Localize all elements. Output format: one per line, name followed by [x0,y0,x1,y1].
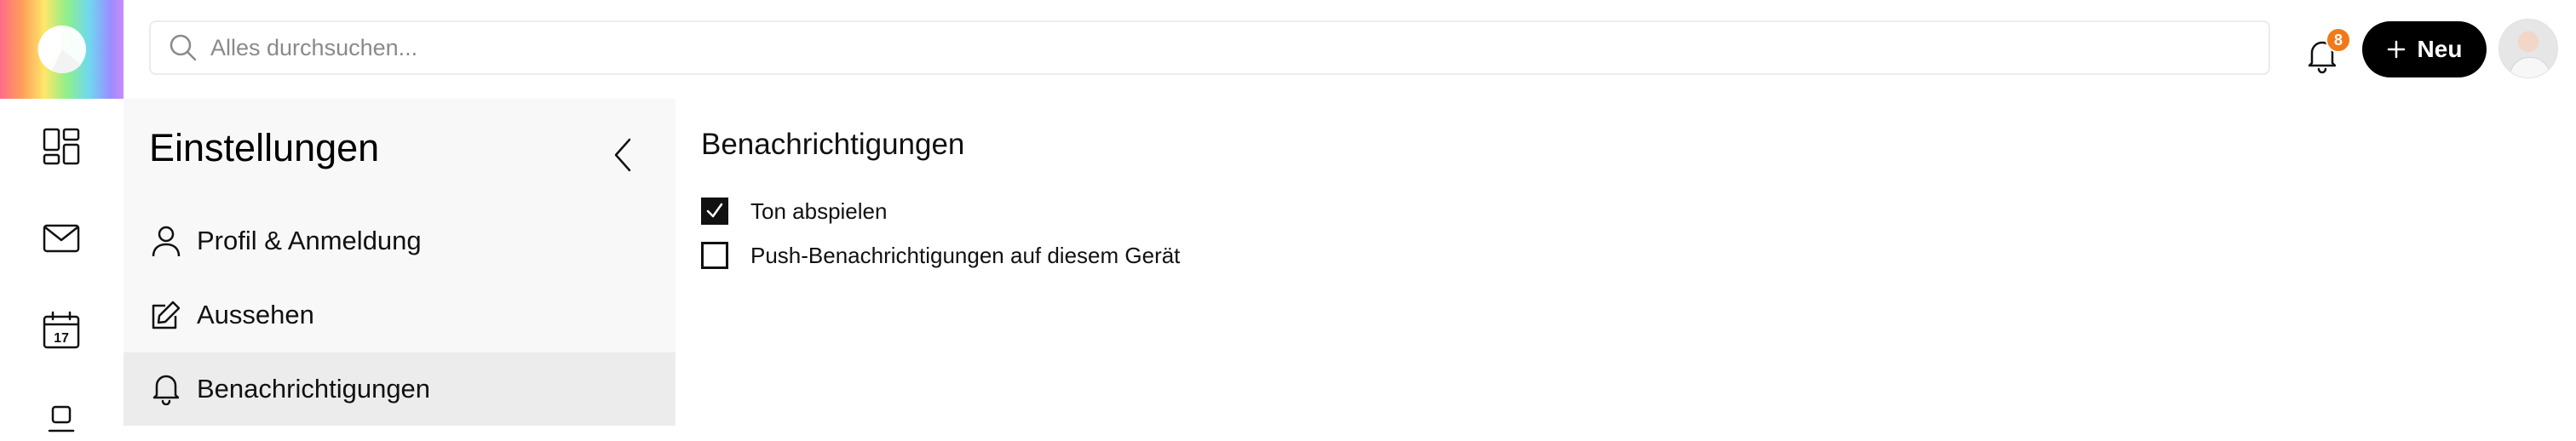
avatar-figure [2510,57,2550,77]
search-icon [166,31,200,65]
bell-icon [149,372,183,406]
new-button-label: Neu [2417,36,2463,62]
collapse-panel-button[interactable] [601,133,645,177]
new-button[interactable]: Neu [2362,21,2487,77]
logo-icon [37,25,86,73]
rail-calendar[interactable]: 17 [39,308,83,352]
settings-item-notifications[interactable]: Benachrichtigungen [124,352,676,426]
chevron-left-icon [614,138,631,172]
top-bar: 8 Neu [124,0,2576,100]
settings-item-label: Benachrichtigungen [197,374,431,404]
check-icon [706,203,723,218]
device-icon [48,405,75,432]
app-rail: 17 [0,99,124,432]
plus-icon [2387,40,2405,59]
rail-dashboard[interactable] [39,124,83,169]
calendar-day: 17 [54,331,69,346]
search-bar[interactable] [149,20,2270,75]
settings-panel: Einstellungen Profil & Anmeldung Aussehe… [124,99,676,426]
play-sound-label: Ton abspielen [750,198,888,224]
settings-item-profile[interactable]: Profil & Anmeldung [124,204,676,278]
app-logo[interactable] [0,0,124,99]
user-icon [149,224,183,258]
mail-icon [43,224,80,253]
edit-icon [149,298,183,332]
rail-mail[interactable] [39,216,83,261]
notification-badge: 8 [2326,27,2351,53]
settings-item-appearance[interactable]: Aussehen [124,278,676,352]
dashboard-icon [43,128,80,165]
settings-item-label: Profil & Anmeldung [197,226,422,255]
push-notifications-checkbox[interactable] [701,242,728,269]
settings-title: Einstellungen [149,126,380,169]
push-notifications-label: Push-Benachrichtigungen auf diesem Gerät [750,242,1181,268]
notifications-content: Benachrichtigungen Ton abspielen Push-Be… [676,99,2576,426]
user-avatar[interactable] [2498,19,2558,78]
settings-item-label: Aussehen [197,300,314,329]
play-sound-option[interactable]: Ton abspielen [701,198,887,225]
search-input[interactable] [209,33,2171,62]
page-title: Benachrichtigungen [701,128,965,161]
play-sound-checkbox[interactable] [701,198,728,225]
push-notifications-option[interactable]: Push-Benachrichtigungen auf diesem Gerät [701,242,1180,269]
calendar-icon: 17 [43,311,80,349]
notifications-button[interactable]: 8 [2300,26,2351,75]
rail-more[interactable] [39,397,83,441]
